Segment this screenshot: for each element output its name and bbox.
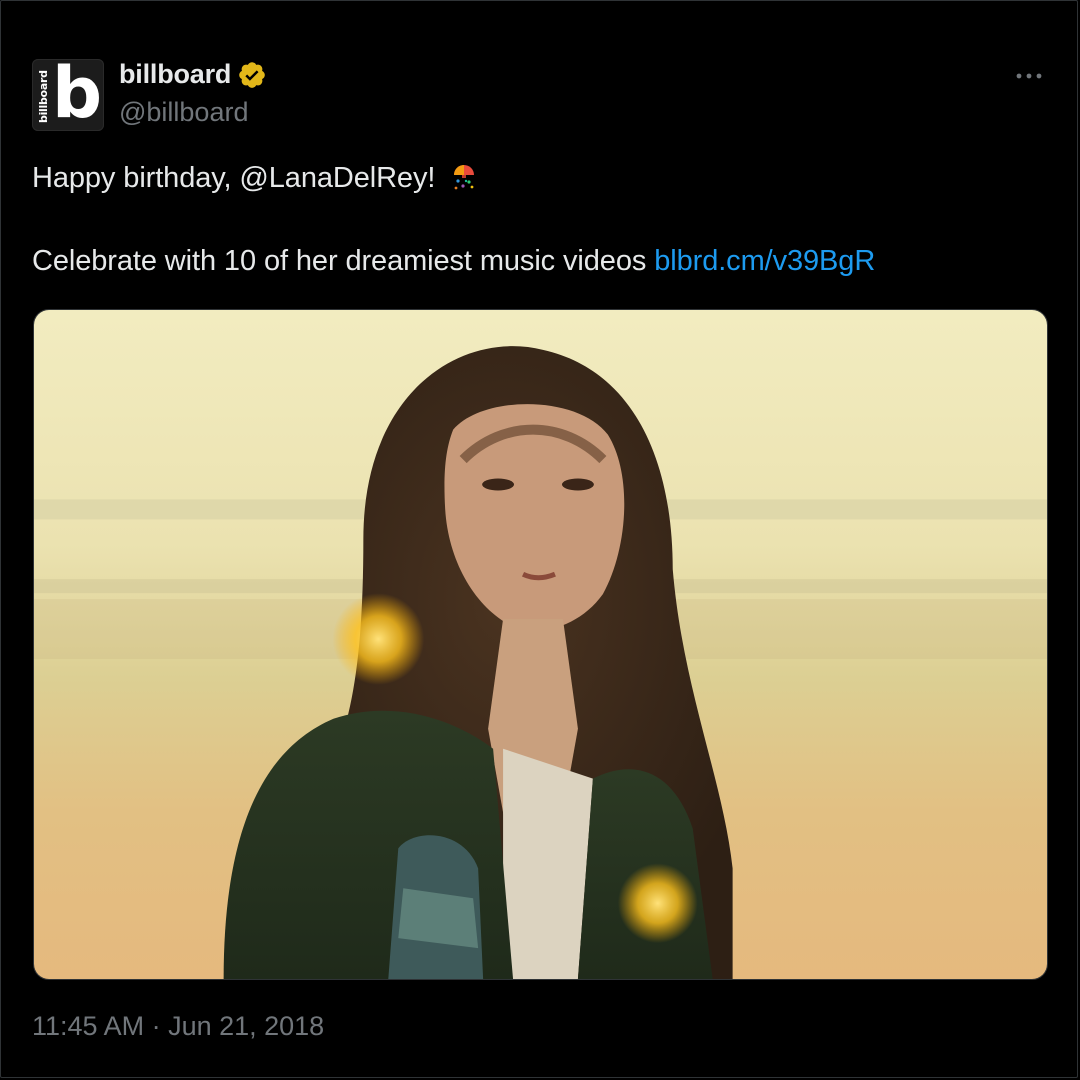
tweet-media-photo[interactable] [33, 309, 1048, 980]
avatar-vertical-text: billboard [37, 70, 50, 123]
avatar[interactable]: billboard b [32, 59, 104, 131]
tweet-link[interactable]: blbrd.cm/v39BgR [654, 245, 875, 277]
author-handle[interactable]: @billboard [119, 97, 248, 128]
tweet-text-line2: Celebrate with 10 of her dreamiest music… [32, 245, 875, 278]
tweet-timestamp[interactable]: 11:45 AM · Jun 21, 2018 [32, 1011, 324, 1042]
tweet-text-greeting: Happy birthday, @LanaDelRey! [32, 162, 436, 194]
tweet-card: billboard b billboard @billboard Happy b… [0, 0, 1078, 1078]
verified-badge-icon[interactable] [237, 60, 267, 90]
photo-image [34, 310, 1047, 979]
tweet-text-line1: Happy birthday, @LanaDelRey! [32, 161, 479, 195]
avatar-letter: b [52, 59, 103, 131]
more-options-icon[interactable] [1015, 65, 1043, 87]
confetti-ball-icon [454, 165, 475, 190]
author-display-name[interactable]: billboard [119, 59, 231, 90]
tweet-text-body: Celebrate with 10 of her dreamiest music… [32, 245, 647, 277]
author-name-row: billboard [119, 59, 267, 90]
